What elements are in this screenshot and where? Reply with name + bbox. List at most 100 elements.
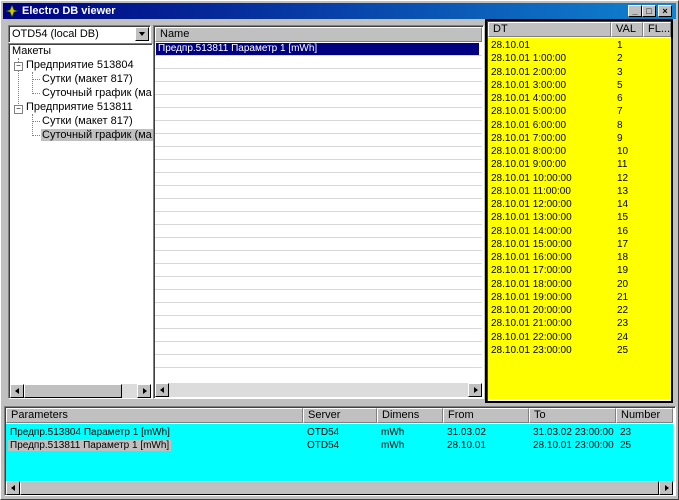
dt-cell[interactable]: 28.10.01 23:00:00	[491, 345, 572, 356]
tree-node-513811[interactable]: Предприятие 513811	[26, 101, 133, 113]
dt-column-header[interactable]: DT	[488, 22, 611, 37]
dt-cell[interactable]: 28.10.01 21:00:00	[491, 318, 572, 329]
scroll-right-button[interactable]	[659, 481, 673, 495]
dt-cell[interactable]: 28.10.01 14:00:00	[491, 226, 572, 237]
minimize-button[interactable]: _	[628, 5, 642, 17]
parameters-horizontal-scrollbar[interactable]	[6, 481, 673, 495]
val-cell[interactable]: 1	[617, 40, 623, 51]
val-cell[interactable]: 17	[617, 239, 628, 250]
tree-leaf-daily[interactable]: Сутки (макет 817)	[42, 73, 133, 85]
name-list-horizontal-scrollbar[interactable]	[155, 383, 482, 397]
name-list-rows: Предпр.513811 Параметр 1 [mWh]	[155, 43, 482, 368]
val-cell[interactable]: 24	[617, 332, 628, 343]
val-cell[interactable]: 16	[617, 226, 628, 237]
dt-cell[interactable]: 28.10.01 13:00:00	[491, 212, 572, 223]
val-cell[interactable]: 3	[617, 67, 623, 78]
dt-cell[interactable]: 28.10.01 17:00:00	[491, 265, 572, 276]
val-column-header[interactable]: VAL	[611, 22, 643, 37]
val-cell[interactable]: 8	[617, 120, 623, 131]
dt-cell[interactable]: 28.10.01 3:00:00	[491, 80, 566, 91]
scroll-left-button[interactable]	[155, 383, 169, 397]
number-cell[interactable]: 25	[620, 440, 631, 451]
from-cell[interactable]: 28.10.01	[447, 440, 486, 451]
dt-cell[interactable]: 28.10.01 8:00:00	[491, 146, 566, 157]
server-cell[interactable]: OTD54	[307, 440, 339, 451]
val-cell[interactable]: 6	[617, 93, 623, 104]
dt-cell[interactable]: 28.10.01 20:00:00	[491, 305, 572, 316]
val-cell[interactable]: 19	[617, 265, 628, 276]
maximize-button[interactable]: □	[642, 5, 656, 17]
expand-toggle-icon[interactable]: −	[14, 105, 23, 114]
val-cell[interactable]: 22	[617, 305, 628, 316]
tree-leaf-schedule-selected[interactable]: Суточный график (ма	[41, 129, 153, 141]
dt-cell[interactable]: 28.10.01 10:00:00	[491, 173, 572, 184]
dimens-column-header[interactable]: Dimens	[377, 408, 443, 423]
param-cell[interactable]: Предпр.513804 Параметр 1 [mWh]	[10, 427, 170, 438]
val-cell[interactable]: 20	[617, 279, 628, 290]
scroll-right-button[interactable]	[468, 383, 482, 397]
dt-cell[interactable]: 28.10.01 15:00:00	[491, 239, 572, 250]
val-cell[interactable]: 18	[617, 252, 628, 263]
val-cell[interactable]: 13	[617, 186, 628, 197]
dt-cell[interactable]: 28.10.01	[491, 40, 530, 51]
dt-cell[interactable]: 28.10.01 11:00:00	[491, 186, 571, 197]
val-cell[interactable]: 5	[617, 80, 623, 91]
dt-cell[interactable]: 28.10.01 18:00:00	[491, 279, 572, 290]
val-cell[interactable]: 11	[617, 159, 627, 170]
dt-cell[interactable]: 28.10.01 19:00:00	[491, 292, 572, 303]
dimens-cell[interactable]: mWh	[381, 427, 404, 438]
app-icon	[6, 5, 18, 17]
tree-leaf-schedule[interactable]: Суточный график (ма	[42, 87, 152, 99]
tree-root[interactable]: Макеты	[12, 45, 51, 57]
val-cell[interactable]: 2	[617, 53, 623, 64]
val-cell[interactable]: 15	[617, 212, 628, 223]
dt-cell[interactable]: 28.10.01 4:00:00	[491, 93, 566, 104]
parameter-name-list: Name Предпр.513811 Параметр 1 [mWh]	[153, 25, 484, 399]
expand-toggle-icon[interactable]: −	[14, 62, 23, 71]
scroll-left-button[interactable]	[10, 384, 24, 398]
database-select[interactable]: OTD54 (local DB)	[8, 25, 151, 43]
number-cell[interactable]: 23	[620, 427, 631, 438]
val-cell[interactable]: 21	[617, 292, 628, 303]
val-cell[interactable]: 25	[617, 345, 628, 356]
dt-cell[interactable]: 28.10.01 7:00:00	[491, 133, 566, 144]
from-cell[interactable]: 31.03.02	[447, 427, 486, 438]
close-button[interactable]: ×	[658, 5, 672, 17]
dt-cell[interactable]: 28.10.01 1:00:00	[491, 53, 566, 64]
val-cell[interactable]: 9	[617, 133, 623, 144]
server-column-header[interactable]: Server	[303, 408, 377, 423]
server-cell[interactable]: OTD54	[307, 427, 339, 438]
parameters-column-header[interactable]: Parameters	[6, 408, 303, 423]
dimens-cell[interactable]: mWh	[381, 440, 404, 451]
to-column-header[interactable]: To	[529, 408, 616, 423]
tree-node-513804[interactable]: Предприятие 513804	[26, 59, 134, 71]
name-column-header[interactable]: Name	[155, 27, 482, 42]
scroll-thumb[interactable]	[20, 481, 659, 495]
dt-cell[interactable]: 28.10.01 16:00:00	[491, 252, 572, 263]
tree-leaf-daily[interactable]: Сутки (макет 817)	[42, 115, 133, 127]
param-cell[interactable]: Предпр.513811 Параметр 1 [mWh]	[8, 440, 172, 451]
dt-cell[interactable]: 28.10.01 2:00:00	[491, 67, 566, 78]
dt-cell[interactable]: 28.10.01 22:00:00	[491, 332, 572, 343]
scroll-right-button[interactable]	[137, 384, 151, 398]
to-cell[interactable]: 28.10.01 23:00:00	[533, 440, 614, 451]
dt-cell[interactable]: 28.10.01 6:00:00	[491, 120, 566, 131]
to-cell[interactable]: 31.03.02 23:00:00	[533, 427, 614, 438]
val-cell[interactable]: 14	[617, 199, 628, 210]
from-column-header[interactable]: From	[443, 408, 529, 423]
flag-column-header[interactable]: FL...	[643, 22, 671, 37]
scroll-left-button[interactable]	[6, 481, 20, 495]
dt-cell[interactable]: 28.10.01 5:00:00	[491, 106, 566, 117]
val-cell[interactable]: 7	[617, 106, 623, 117]
tree-horizontal-scrollbar[interactable]	[10, 384, 151, 398]
chevron-down-icon[interactable]	[135, 27, 149, 41]
number-column-header[interactable]: Number	[616, 408, 673, 423]
val-cell[interactable]: 23	[617, 318, 628, 329]
dt-cell[interactable]: 28.10.01 12:00:00	[491, 199, 572, 210]
title-bar[interactable]: Electro DB viewer _ □ ×	[3, 3, 676, 19]
dt-cell[interactable]: 28.10.01 9:00:00	[491, 159, 566, 170]
val-cell[interactable]: 10	[617, 146, 628, 157]
name-list-item-selected[interactable]: Предпр.513811 Параметр 1 [mWh]	[156, 43, 479, 55]
val-cell[interactable]: 12	[617, 173, 628, 184]
scroll-thumb[interactable]	[24, 384, 122, 398]
